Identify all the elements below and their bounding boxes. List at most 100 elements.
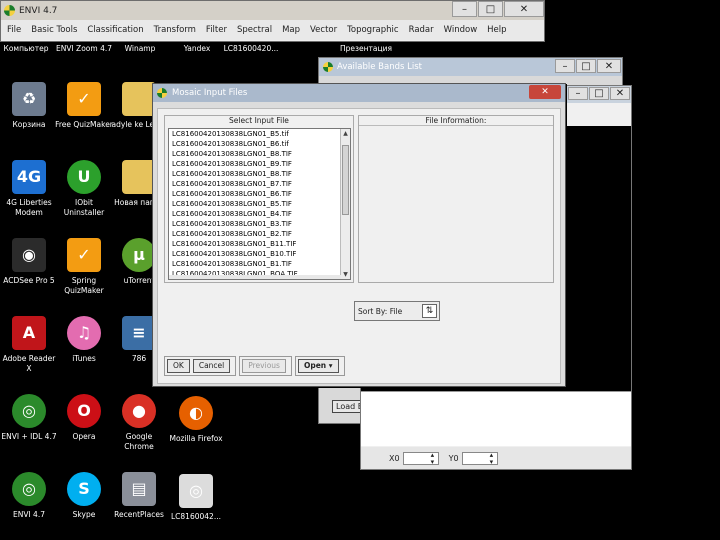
file-list-item[interactable]: LC81600420130838LGN01_B7.TIF [169, 179, 350, 189]
folder-icon [122, 160, 156, 194]
desktop-shortcut[interactable]: ✓ Free QuizMaker [55, 82, 113, 130]
quizmaker-icon: ✓ [67, 238, 101, 272]
modem-icon: 4G [12, 160, 46, 194]
file-information-panel: File Information: [358, 115, 554, 283]
desktop-label[interactable]: Winamp [110, 44, 170, 54]
desktop-shortcut[interactable]: ✓ Spring QuizMaker [55, 238, 113, 296]
desktop-shortcut[interactable]: 4G 4G Liberties Modem [0, 160, 58, 218]
horizontal-scrollbar[interactable] [169, 275, 341, 279]
previous-button[interactable]: Previous [242, 359, 286, 373]
mosaic-title: Mosaic Input Files [172, 88, 248, 98]
file-list-item[interactable]: LC81600420130838LGN01_B5.tif [169, 129, 350, 139]
mosaic-titlebar[interactable]: Mosaic Input Files ✕ [153, 84, 565, 102]
scroll-thumb[interactable] [342, 145, 349, 215]
file-list-item[interactable]: LC81600420130838LGN01_B3.TIF [169, 219, 350, 229]
maximize-button[interactable]: □ [478, 1, 503, 17]
sort-by-button[interactable]: Sort By: File ⇅ [354, 301, 440, 321]
skype-icon: S [67, 472, 101, 506]
file-list-item[interactable]: LC81600420130838LGN01_B11.TIF [169, 239, 350, 249]
file-list-item[interactable]: LC81600420130838LGN01_B1.TIF [169, 259, 350, 269]
file-list-item[interactable]: LC81600420130838LGN01_B4.TIF [169, 209, 350, 219]
bands-title: Available Bands List [337, 62, 422, 72]
desktop-shortcut[interactable]: ◉ ACDSee Pro 5 [0, 238, 58, 286]
envi-main-window[interactable]: ENVI 4.7 File Basic Tools Classification Tr… [0, 0, 545, 42]
menu-item-topographic[interactable]: Topographic [347, 25, 398, 35]
cancel-button[interactable]: Cancel [192, 359, 231, 373]
desktop-shortcut-label: 4G Liberties Modem [6, 198, 52, 217]
desktop-label[interactable]: ENVI Zoom 4.7 [54, 44, 114, 54]
file-list-scrollbar[interactable]: ▲ ▼ [340, 129, 350, 279]
minimize-button[interactable]: – [568, 87, 588, 100]
menu-item-radar[interactable]: Radar [409, 25, 434, 35]
menu-item-filter[interactable]: Filter [206, 25, 227, 35]
y-spinner[interactable] [461, 451, 498, 466]
menu-item-window[interactable]: Window [444, 25, 478, 35]
menu-item-classification[interactable]: Classification [87, 25, 143, 35]
bands-window-controls: – □ ✕ [554, 59, 621, 73]
menu-item-help[interactable]: Help [487, 25, 506, 35]
scroll-down-icon[interactable]: ▼ [341, 270, 350, 279]
x-spinner[interactable] [402, 451, 439, 466]
desktop-label[interactable]: Компьютер [0, 44, 56, 54]
viewer-window-controls: – □ ✕ [567, 87, 630, 100]
disc-icon: ◎ [179, 474, 213, 508]
menu-item-map[interactable]: Map [282, 25, 300, 35]
ok-button[interactable]: OK [167, 359, 190, 373]
file-list-item[interactable]: LC81600420130838LGN01_B8.TIF [169, 169, 350, 179]
desktop-label[interactable]: Презентация [336, 44, 396, 54]
close-button[interactable]: ✕ [597, 59, 621, 73]
desktop-label[interactable]: LC81600420... [221, 44, 281, 54]
minimize-button[interactable]: – [452, 1, 477, 17]
file-list-item[interactable]: LC81600420130838LGN01_B6.tif [169, 139, 350, 149]
menu-item-spectral[interactable]: Spectral [237, 25, 272, 35]
menu-item-vector[interactable]: Vector [310, 25, 337, 35]
desktop-shortcut[interactable]: ◐ Mozilla Firefox [167, 396, 225, 444]
select-input-file-panel: Select Input File LC81600420130838LGN01_… [164, 115, 354, 283]
uninstaller-icon: U [67, 160, 101, 194]
desktop-shortcut-label: IObit Uninstaller [63, 198, 105, 217]
desktop-shortcut[interactable]: ◎ LC8160042... [167, 474, 225, 522]
open-button[interactable]: Open ▾ [297, 359, 339, 373]
sort-toggle-icon[interactable]: ⇅ [422, 304, 437, 318]
desktop-shortcut[interactable]: ● Google Chrome [110, 394, 168, 452]
sort-by-label: Sort By: File [358, 306, 403, 316]
coordinate-bar: X0 Y0 [361, 447, 631, 469]
desktop-shortcut[interactable]: ♻ Корзина [0, 82, 58, 130]
desktop-shortcut[interactable]: A Adobe Reader X [0, 316, 58, 374]
dialog-buttons: OK Cancel Previous Open ▾ [164, 355, 348, 377]
desktop-shortcut[interactable]: O Opera [55, 394, 113, 442]
menu-item-basic-tools[interactable]: Basic Tools [31, 25, 77, 35]
quizmaker-icon: ✓ [67, 82, 101, 116]
maximize-button[interactable]: □ [589, 87, 609, 100]
menu-item-transform[interactable]: Transform [154, 25, 196, 35]
desktop-shortcut[interactable]: ◎ ENVI 4.7 [0, 472, 58, 520]
desktop-label[interactable]: Yandex [167, 44, 227, 54]
desktop-shortcut[interactable]: ◎ ENVI + IDL 4.7 [0, 394, 58, 442]
menu-item-file[interactable]: File [7, 25, 21, 35]
file-list-item[interactable]: LC81600420130838LGN01_B10.TIF [169, 249, 350, 259]
file-list-item[interactable]: LC81600420130838LGN01_B8.TIF [169, 149, 350, 159]
minimize-button[interactable]: – [555, 59, 575, 73]
desktop-shortcut-label: Opera [72, 432, 96, 441]
close-button[interactable]: ✕ [610, 87, 630, 100]
file-list-item[interactable]: LC81600420130838LGN01_B6.TIF [169, 189, 350, 199]
desktop-shortcut[interactable]: ▤ RecentPlaces [110, 472, 168, 520]
mosaic-input-files-dialog[interactable]: Mosaic Input Files ✕ Select Input File L… [152, 83, 566, 387]
maximize-button[interactable]: □ [576, 59, 596, 73]
file-list-item[interactable]: LC81600420130838LGN01_B9.TIF [169, 279, 350, 280]
desktop-shortcut[interactable]: U IObit Uninstaller [55, 160, 113, 218]
ok-cancel-group: OK Cancel [164, 356, 237, 376]
file-list-item[interactable]: LC81600420130838LGN01_B9.TIF [169, 159, 350, 169]
close-button[interactable]: ✕ [529, 85, 561, 99]
x-label: X0 [389, 453, 400, 463]
file-list[interactable]: LC81600420130838LGN01_B5.tif LC8160042013… [168, 128, 351, 280]
close-button[interactable]: ✕ [504, 1, 544, 17]
desktop-shortcut[interactable]: ♫ iTunes [55, 316, 113, 364]
scroll-up-icon[interactable]: ▲ [341, 129, 350, 138]
pdf-icon: A [12, 316, 46, 350]
recycle-bin-icon: ♻ [12, 82, 46, 116]
file-list-item[interactable]: LC81600420130838LGN01_B2.TIF [169, 229, 350, 239]
desktop-shortcut[interactable]: S Skype [55, 472, 113, 520]
status-panel [361, 391, 631, 446]
file-list-item[interactable]: LC81600420130838LGN01_B5.TIF [169, 199, 350, 209]
